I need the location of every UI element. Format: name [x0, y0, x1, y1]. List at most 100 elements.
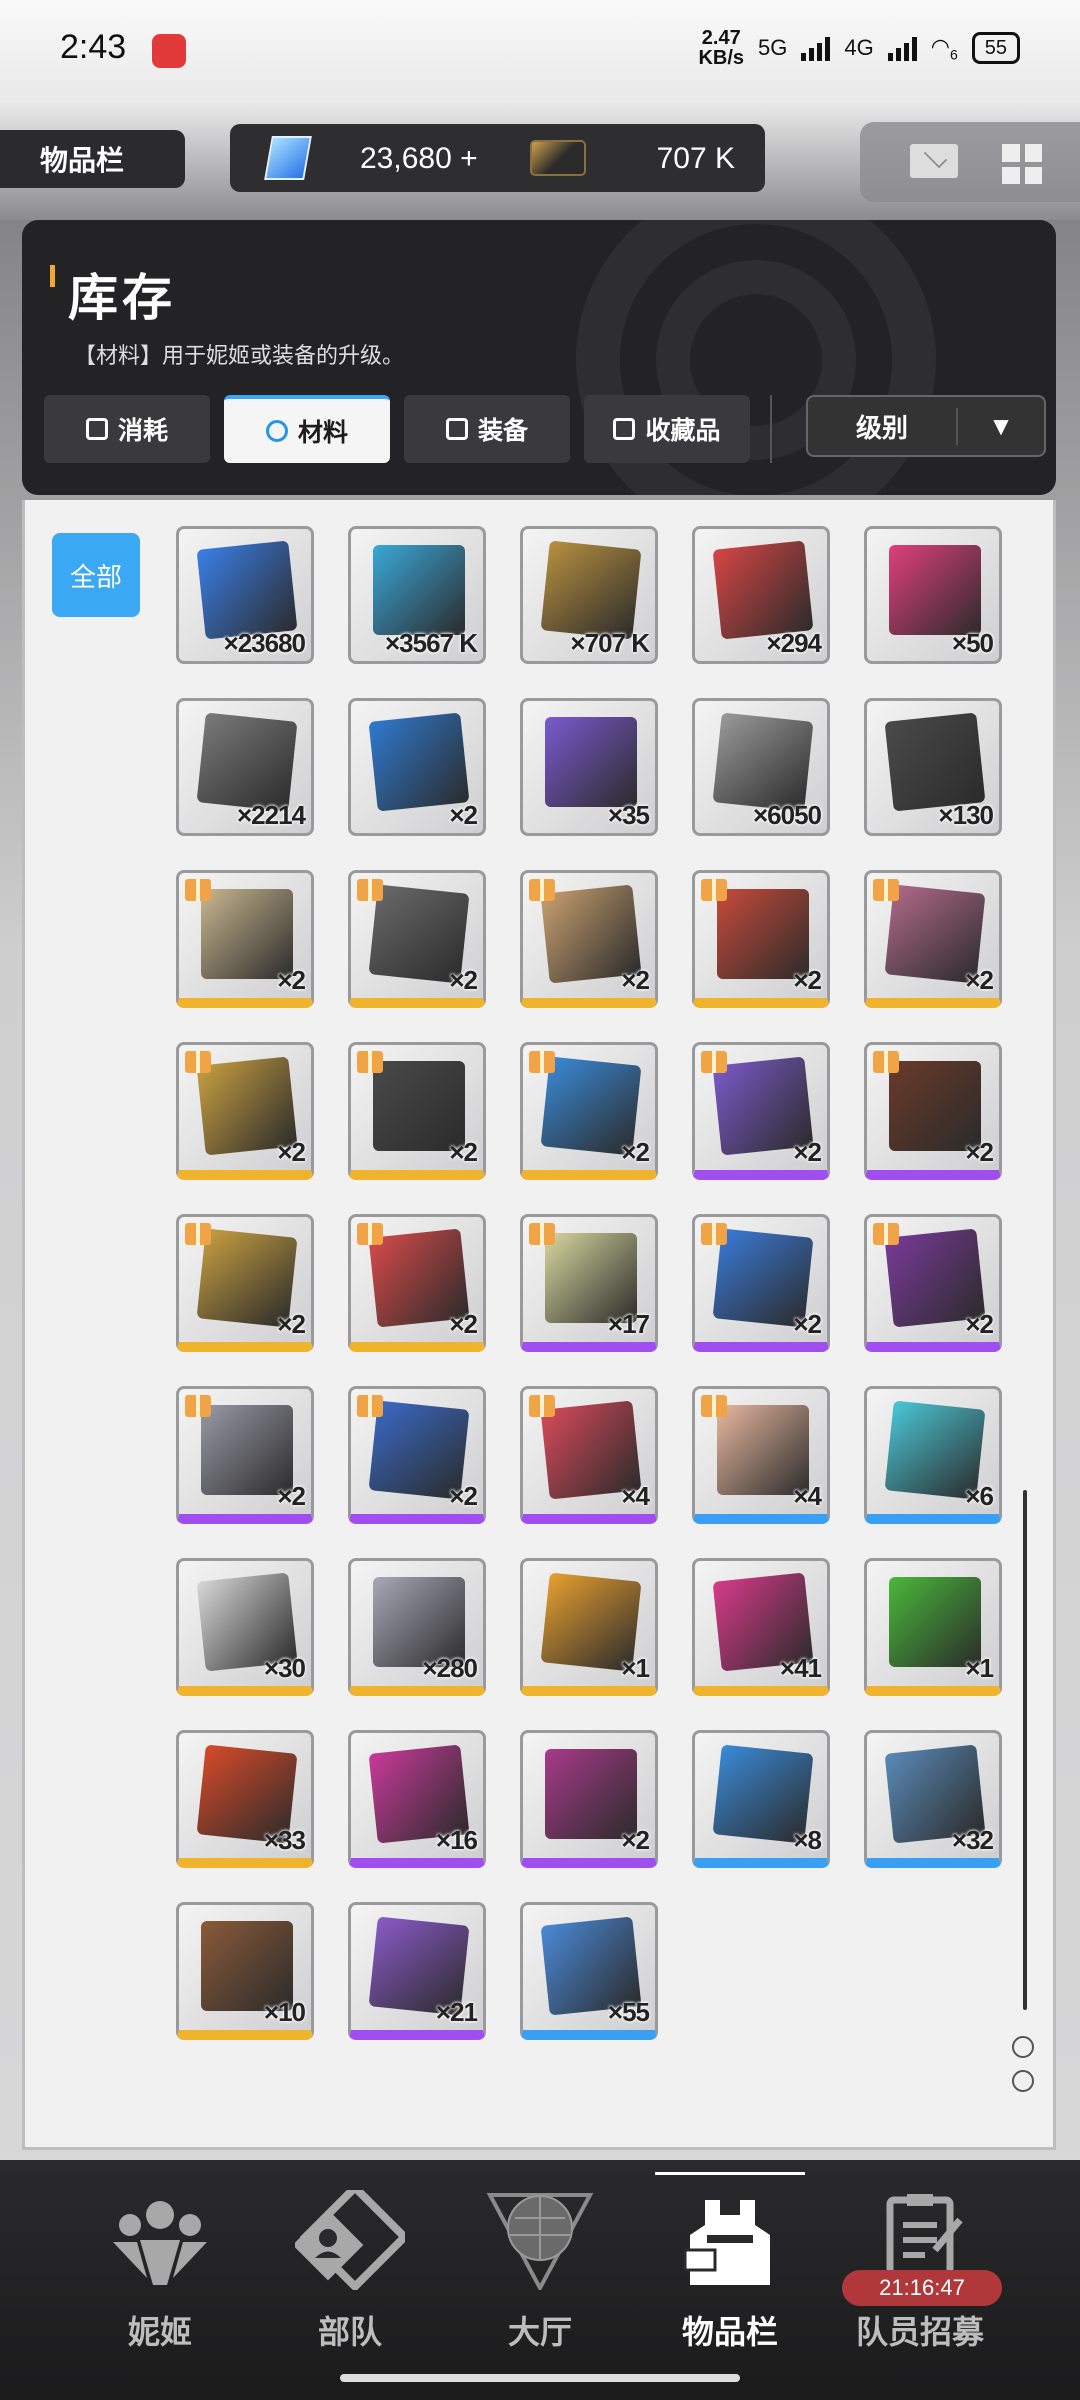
item-slot-toolbox-orange[interactable]: ×10	[176, 1902, 314, 2040]
item-slot-blue-pass[interactable]: ×2	[692, 1214, 830, 1352]
item-slot-walkie-talkie[interactable]: ×2	[348, 1042, 486, 1180]
filter-all-button[interactable]: 全部	[52, 533, 140, 617]
item-slot-module-steel[interactable]: ×32	[864, 1730, 1002, 1868]
credit-amount: 707 K	[656, 142, 735, 175]
item-slot-module-red[interactable]: ×33	[176, 1730, 314, 1868]
status-icons: 2.47 KB/s 5G 4G ◠6 55	[698, 28, 1020, 68]
grid-menu-icon[interactable]	[1002, 144, 1042, 184]
item-slot-toolbox-purple[interactable]: ×21	[348, 1902, 486, 2040]
item-slot-ticket-purple[interactable]: ×2	[692, 1042, 830, 1180]
item-slot-toolbox-blue[interactable]: ×55	[520, 1902, 658, 2040]
item-slot-art-book[interactable]: ×2	[864, 870, 1002, 1008]
item-slot-module-pink[interactable]: ×41	[692, 1558, 830, 1696]
gift-icon	[529, 1395, 555, 1417]
tab-collection[interactable]: 收藏品	[584, 395, 750, 463]
credit-card-icon	[530, 140, 586, 176]
item-count: ×32	[951, 1825, 994, 1855]
item-slot-core-orb[interactable]: ×294	[692, 526, 830, 664]
item-count: ×2	[277, 1137, 306, 1167]
item-count: ×2	[793, 1309, 822, 1339]
network-5g-label: 5G	[758, 35, 788, 60]
item-slot-water-bottles[interactable]: ×2	[520, 1042, 658, 1180]
tab-divider	[770, 395, 772, 463]
item-slot-dna-badge[interactable]: ×6050	[692, 698, 830, 836]
sort-dropdown[interactable]: 级别 ▼	[806, 395, 1046, 457]
tab-equipment[interactable]: 装备	[404, 395, 570, 463]
item-count: ×41	[779, 1653, 822, 1683]
item-slot-police-badge[interactable]: ×2	[176, 1042, 314, 1180]
network-speed: 2.47 KB/s	[698, 27, 745, 69]
add-gems-button[interactable]: +	[460, 142, 478, 175]
item-slot-battery[interactable]: ×2	[348, 870, 486, 1008]
scrollbar[interactable]	[1023, 1490, 1027, 2010]
item-count: ×8	[793, 1825, 822, 1855]
item-slot-crystal-drop[interactable]: ×280	[348, 1558, 486, 1696]
item-slot-toy-train[interactable]: ×2	[692, 870, 830, 1008]
item-slot-red-ticket[interactable]: ×2	[348, 1214, 486, 1352]
squad-icon	[292, 2181, 411, 2293]
consumable-icon	[85, 418, 108, 440]
gem-amount: 23,680 +	[360, 142, 478, 175]
gift-icon	[701, 1395, 727, 1417]
nav-active-indicator	[655, 2172, 805, 2175]
item-count: ×2	[965, 1137, 994, 1167]
item-slot-silver-card[interactable]: ×2	[176, 1386, 314, 1524]
sort-label: 级别	[808, 407, 958, 445]
nikke-group-icon	[113, 2201, 207, 2285]
item-count: ×3567 K	[384, 628, 478, 658]
item-count: ×4	[621, 1481, 650, 1511]
gift-icon	[873, 879, 899, 901]
item-slot-module-purple[interactable]: ×2	[520, 1730, 658, 1868]
battery-icon: 55	[971, 32, 1020, 64]
item-slot-heart-gem[interactable]: ×50	[864, 526, 1002, 664]
gem-crystal-icon	[196, 540, 298, 640]
item-count: ×130	[938, 800, 994, 830]
item-slot-gem-crystal[interactable]: ×23680	[176, 526, 314, 664]
item-slot-hair-shop-card[interactable]: ×2	[864, 1214, 1002, 1352]
item-slot-photo-card-rainbow[interactable]: ×35	[520, 698, 658, 836]
item-slot-lottery-ticket[interactable]: ×17	[520, 1214, 658, 1352]
tab-material[interactable]: 材料	[224, 395, 390, 463]
item-slot-vip-beauty-card[interactable]: ×2	[864, 1042, 1002, 1180]
item-count: ×2	[277, 965, 306, 995]
item-slot-red-coupon[interactable]: ×4	[520, 1386, 658, 1524]
nav-lobby[interactable]: 大厅	[455, 2190, 625, 2360]
item-count: ×2	[965, 965, 994, 995]
item-slot-hex-emblem[interactable]: ×6	[864, 1386, 1002, 1524]
item-slot-module-orange[interactable]: ×1	[520, 1558, 658, 1696]
item-count: ×707 K	[570, 628, 650, 658]
item-slot-module-green[interactable]: ×1	[864, 1558, 1002, 1696]
item-count: ×10	[263, 1997, 306, 2027]
inventory-icon	[683, 2200, 770, 2285]
network-4g-label: 4G	[844, 35, 874, 60]
item-slot-vip-card-gold[interactable]: ×2	[176, 1214, 314, 1352]
nav-inventory[interactable]: 物品栏	[645, 2190, 815, 2360]
item-slot-module-blue[interactable]: ×8	[692, 1730, 830, 1868]
app-notification-icon	[152, 34, 186, 68]
item-slot-photo-card-blue[interactable]: ×2	[348, 698, 486, 836]
recruit-timer-badge: 21:16:47	[842, 2270, 1002, 2306]
tab-consumable[interactable]: 消耗	[44, 395, 210, 463]
item-slot-signed-photo[interactable]: ×30	[176, 1558, 314, 1696]
photo-card-rainbow-icon	[545, 717, 637, 807]
nav-squad[interactable]: 部队	[265, 2181, 435, 2360]
item-slot-retort-food[interactable]: ×2	[520, 870, 658, 1008]
item-count: ×2	[621, 1137, 650, 1167]
item-slot-ticket[interactable]: ×2214	[176, 698, 314, 836]
item-slot-module-magenta[interactable]: ×16	[348, 1730, 486, 1868]
home-indicator[interactable]	[340, 2374, 740, 2382]
item-count: ×2	[793, 965, 822, 995]
item-slot-gift-coupon[interactable]: ×4	[692, 1386, 830, 1524]
nav-nikke[interactable]: 妮姬	[75, 2190, 245, 2360]
item-slot-wing-card[interactable]: ×130	[864, 698, 1002, 836]
panel-title: 库存	[68, 270, 176, 326]
item-slot-credit-card[interactable]: ×707 K	[520, 526, 658, 664]
item-slot-id-card[interactable]: ×2	[348, 1386, 486, 1524]
gift-icon	[357, 1395, 383, 1417]
item-slot-old-paper[interactable]: ×2	[176, 870, 314, 1008]
mail-icon[interactable]	[910, 144, 958, 178]
item-slot-usb-drive[interactable]: ×3567 K	[348, 526, 486, 664]
gift-icon	[701, 1051, 727, 1073]
item-count: ×1	[965, 1653, 994, 1683]
item-count: ×2	[449, 1309, 478, 1339]
